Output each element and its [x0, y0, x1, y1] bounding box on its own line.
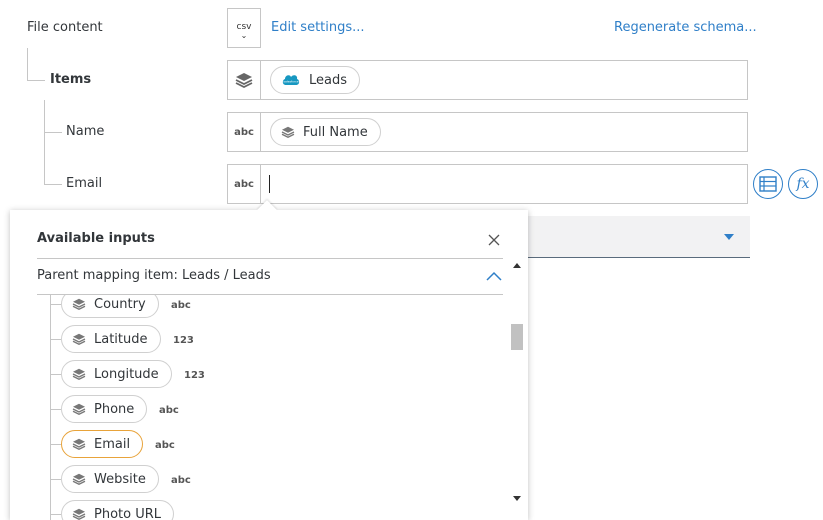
name-value-pill[interactable]: Full Name [270, 118, 381, 146]
scroll-down-icon[interactable] [513, 496, 521, 502]
input-pill-label: Website [94, 472, 146, 487]
tree-line [51, 444, 61, 445]
tree-line [51, 409, 61, 410]
salesforce-icon: salesforce [281, 73, 301, 87]
tree-line [44, 184, 62, 185]
list-item: Website abc [10, 464, 509, 494]
type-tag: abc [171, 475, 191, 486]
email-type-badge: abc [227, 164, 261, 204]
items-value-pill[interactable]: salesforce Leads [270, 66, 360, 94]
input-pill[interactable]: Photo URL [61, 500, 174, 520]
list-item: Email abc [10, 429, 509, 459]
text-cursor [269, 175, 270, 193]
parent-mapping-label: Parent mapping item: Leads / Leads [37, 268, 271, 283]
list-item: Phone abc [10, 394, 509, 424]
svg-text:salesforce: salesforce [283, 80, 298, 84]
name-type-badge: abc [227, 112, 261, 152]
tree-line [51, 339, 61, 340]
tree-line [44, 100, 45, 184]
tree-line [51, 514, 61, 515]
mapping-dropdown[interactable] [520, 216, 750, 258]
list-item: Country abc [10, 295, 509, 319]
email-input[interactable] [260, 164, 748, 204]
csv-format-button[interactable]: csv ⌄ [227, 8, 261, 48]
tree-line [51, 374, 61, 375]
items-value-label: Leads [309, 73, 347, 88]
list-item: Longitude 123 [10, 359, 509, 389]
layers-icon [72, 298, 86, 310]
name-label: Name [66, 124, 104, 139]
chevron-up-icon[interactable] [486, 271, 502, 281]
fx-icon[interactable]: fx [788, 169, 818, 199]
layers-icon [281, 126, 295, 138]
input-pill-label: Country [94, 297, 146, 312]
regenerate-schema-link[interactable]: Regenerate schema... [614, 20, 757, 35]
layers-icon [72, 473, 86, 485]
input-pill-label: Phone [94, 402, 134, 417]
input-pill-label: Longitude [94, 367, 159, 382]
inputs-list: Country abc Latitude 123 Longitude 123 Phone ab… [10, 295, 509, 520]
tree-line [51, 479, 61, 480]
list-icon [759, 176, 777, 192]
chevron-down-icon [723, 234, 735, 241]
input-pill[interactable]: Email [61, 430, 143, 458]
type-tag: 123 [173, 335, 194, 346]
tree-line [51, 304, 61, 305]
panel-title: Available inputs [37, 231, 155, 246]
chevron-down-icon: ⌄ [228, 32, 260, 40]
divider [37, 258, 503, 259]
scrollbar[interactable] [509, 258, 525, 508]
items-label: Items [50, 72, 91, 87]
type-tag: abc [155, 440, 175, 451]
scroll-up-icon[interactable] [513, 262, 521, 268]
input-pill[interactable]: Website [61, 465, 159, 493]
input-pill-label: Photo URL [94, 507, 161, 520]
layers-icon [72, 438, 86, 450]
list-item: Latitude 123 [10, 324, 509, 354]
file-content-label: File content [27, 20, 103, 35]
input-pill-label: Email [94, 437, 130, 452]
edit-settings-link[interactable]: Edit settings... [271, 20, 365, 35]
close-icon[interactable] [488, 234, 500, 246]
scrollbar-thumb[interactable] [511, 324, 523, 350]
tree-line [27, 48, 28, 80]
list-view-button[interactable] [753, 169, 783, 199]
type-tag: abc [159, 405, 179, 416]
name-value-label: Full Name [303, 125, 368, 140]
available-inputs-panel: Available inputs Parent mapping item: Le… [10, 210, 528, 520]
input-pill-label: Latitude [94, 332, 148, 347]
items-type-box [227, 60, 261, 100]
input-pill[interactable]: Phone [61, 395, 147, 423]
layers-icon [235, 72, 253, 88]
tree-line [27, 80, 45, 81]
input-pill[interactable]: Country [61, 295, 159, 318]
layers-icon [72, 403, 86, 415]
layers-icon [72, 333, 86, 345]
type-tag: 123 [184, 370, 205, 381]
email-label: Email [66, 176, 102, 191]
layers-icon [72, 368, 86, 380]
tree-line [44, 132, 62, 133]
input-pill[interactable]: Latitude [61, 325, 161, 353]
input-pill[interactable]: Longitude [61, 360, 172, 388]
type-tag: abc [171, 300, 191, 311]
